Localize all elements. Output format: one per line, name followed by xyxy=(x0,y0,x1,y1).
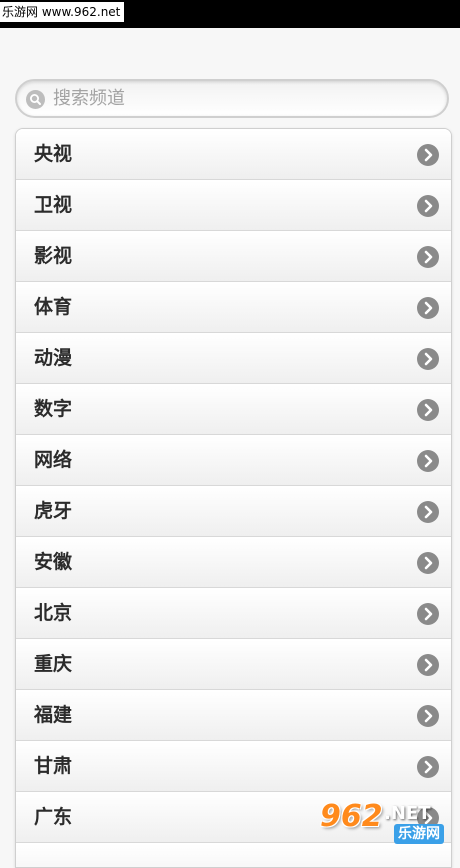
search-bar[interactable] xyxy=(15,79,449,118)
search-input[interactable] xyxy=(53,83,433,114)
channel-label: 福建 xyxy=(34,704,73,726)
channel-item-digital[interactable]: 数字 xyxy=(16,384,451,435)
search-icon xyxy=(26,90,45,109)
chevron-right-icon xyxy=(417,399,439,421)
chevron-right-icon xyxy=(417,552,439,574)
chevron-right-icon xyxy=(417,348,439,370)
channel-label: 重庆 xyxy=(34,653,73,675)
chevron-right-icon xyxy=(417,144,439,166)
channel-item-sports[interactable]: 体育 xyxy=(16,282,451,333)
chevron-right-icon xyxy=(417,705,439,727)
watermark-logo-sub: 乐游网 xyxy=(394,824,444,844)
channel-label: 虎牙 xyxy=(34,500,73,522)
chevron-right-icon xyxy=(417,450,439,472)
watermark-logo-suffix: .NET xyxy=(384,803,431,824)
channel-label: 北京 xyxy=(34,602,73,624)
channel-label: 央视 xyxy=(34,143,73,165)
channel-label: 安徽 xyxy=(34,551,73,573)
channel-item-chongqing[interactable]: 重庆 xyxy=(16,639,451,690)
chevron-right-icon xyxy=(417,603,439,625)
status-bar: 乐游网 www.962.net xyxy=(0,0,460,28)
chevron-right-icon xyxy=(417,246,439,268)
channel-item-network[interactable]: 网络 xyxy=(16,435,451,486)
channel-item-huya[interactable]: 虎牙 xyxy=(16,486,451,537)
channel-item-gansu[interactable]: 甘肃 xyxy=(16,741,451,792)
channel-item-beijing[interactable]: 北京 xyxy=(16,588,451,639)
chevron-right-icon xyxy=(417,756,439,778)
chevron-right-icon xyxy=(417,501,439,523)
watermark-text: 乐游网 www.962.net xyxy=(0,2,125,22)
watermark-logo-main: 962 xyxy=(320,799,383,834)
channel-item-anhui[interactable]: 安徽 xyxy=(16,537,451,588)
channel-label: 体育 xyxy=(34,296,73,318)
channel-label: 数字 xyxy=(34,398,73,420)
chevron-right-icon xyxy=(417,195,439,217)
channel-label: 广东 xyxy=(34,806,73,828)
channel-item-anime[interactable]: 动漫 xyxy=(16,333,451,384)
chevron-right-icon xyxy=(417,654,439,676)
channel-label: 甘肃 xyxy=(34,755,73,777)
channel-item-satellite[interactable]: 卫视 xyxy=(16,180,451,231)
channel-label: 影视 xyxy=(34,245,73,267)
channel-label: 网络 xyxy=(34,449,73,471)
watermark-logo: 962 .NET 乐游网 xyxy=(320,800,458,848)
channel-item-movies[interactable]: 影视 xyxy=(16,231,451,282)
channel-list: 央视 卫视 影视 体育 动漫 数字 网络 虎牙 安徽 北京 重庆 福建 甘肃 广… xyxy=(15,128,452,868)
channel-label: 动漫 xyxy=(34,347,73,369)
channel-label: 卫视 xyxy=(34,194,73,216)
channel-item-cctv[interactable]: 央视 xyxy=(16,129,451,180)
chevron-right-icon xyxy=(417,297,439,319)
channel-item-fujian[interactable]: 福建 xyxy=(16,690,451,741)
